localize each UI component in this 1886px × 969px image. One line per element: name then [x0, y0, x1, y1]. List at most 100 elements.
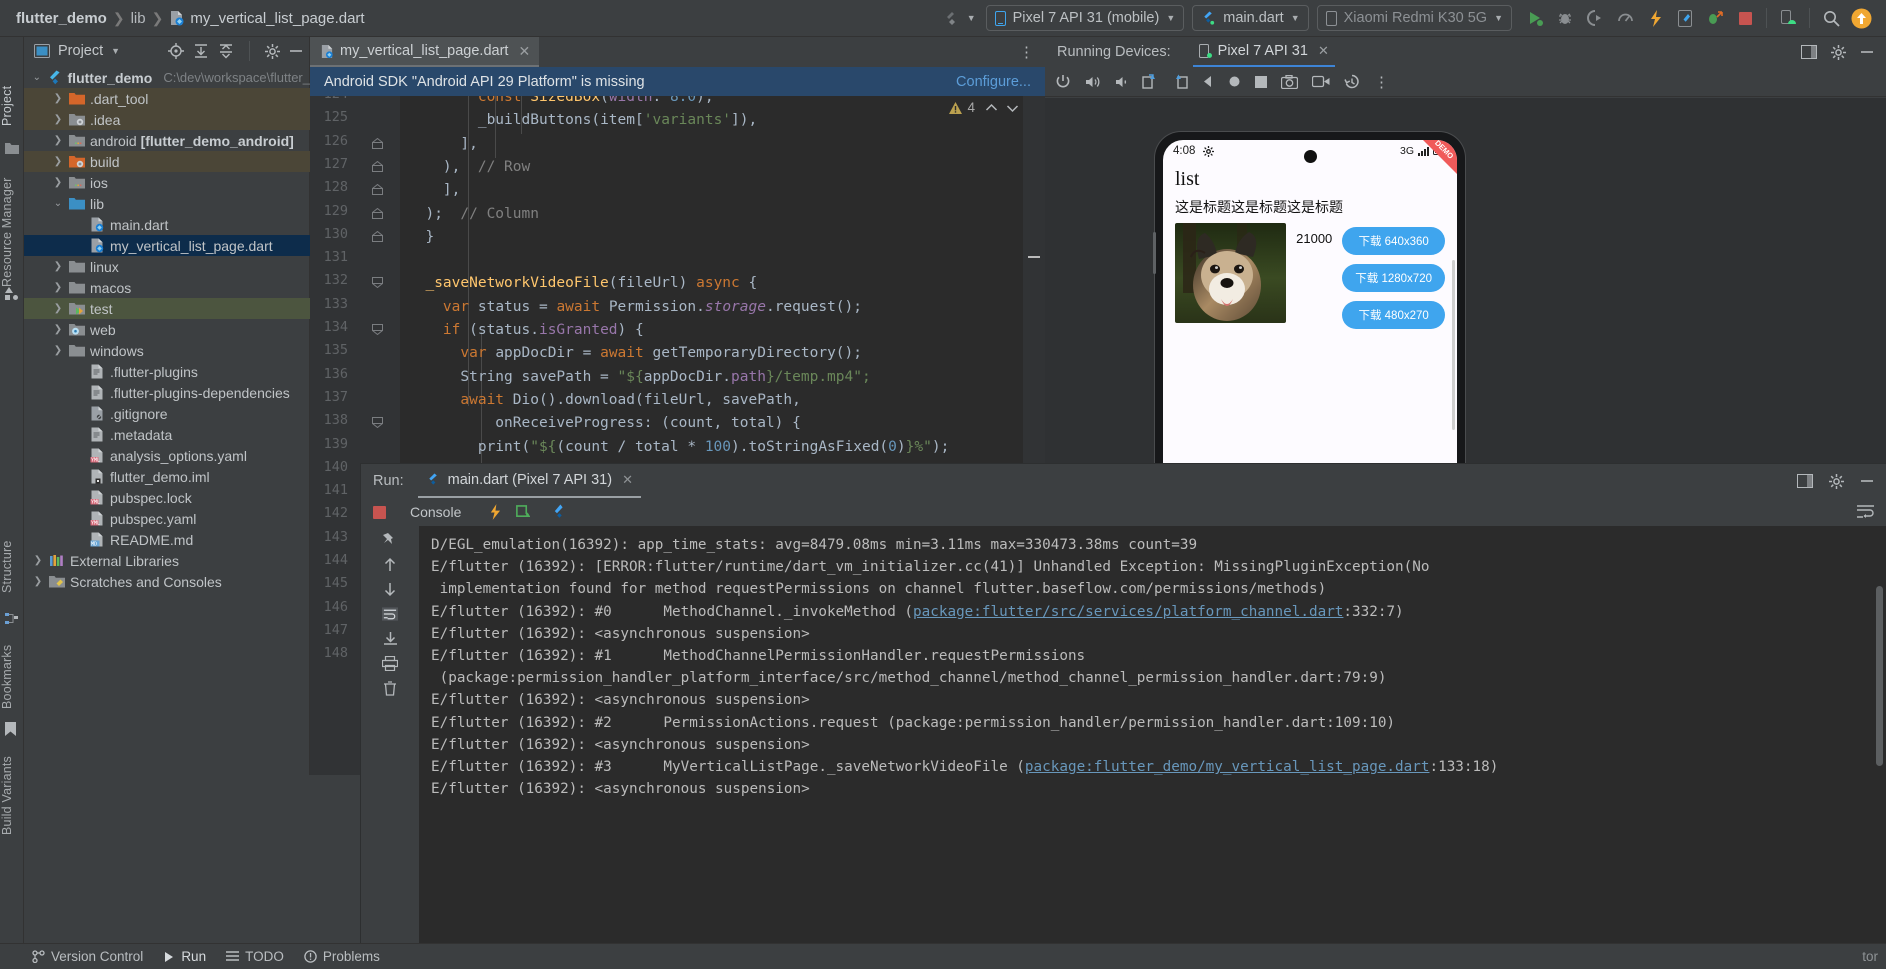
search-button[interactable]: [1816, 5, 1846, 31]
screenshot-icon[interactable]: [1281, 74, 1298, 89]
hot-reload-button[interactable]: [1640, 5, 1670, 31]
chevron-right-icon[interactable]: ❯: [52, 114, 64, 125]
restore-panel-icon[interactable]: [1797, 474, 1813, 488]
fold-collapse-icon[interactable]: [372, 137, 383, 149]
run-config-tab[interactable]: main.dart (Pixel 7 API 31) ✕: [417, 464, 641, 498]
fold-expand-icon[interactable]: [372, 324, 383, 335]
console-area[interactable]: D/EGL_emulation(16392): app_time_stats: …: [361, 526, 1886, 947]
console-file-link[interactable]: package:flutter_demo/my_vertical_list_pa…: [1025, 759, 1430, 775]
restore-panel-icon[interactable]: [1801, 45, 1817, 59]
gear-icon[interactable]: [1829, 473, 1844, 489]
fold-collapse-icon[interactable]: [372, 160, 383, 172]
tool-window-structure[interactable]: Structure: [0, 527, 24, 607]
tree-row-idea[interactable]: ❯ .idea: [24, 109, 310, 130]
configure-link[interactable]: Configure...: [956, 74, 1031, 90]
status-todo[interactable]: TODO: [226, 949, 284, 964]
breadcrumb-file[interactable]: my_vertical_list_page.dart: [190, 10, 364, 27]
overview-icon[interactable]: [1255, 75, 1267, 88]
editor-tab[interactable]: my_vertical_list_page.dart ✕: [310, 37, 540, 67]
expand-all-icon[interactable]: [193, 43, 209, 59]
fold-collapse-icon[interactable]: [372, 184, 383, 196]
console-scrollbar[interactable]: [1876, 586, 1883, 766]
hide-panel-icon[interactable]: [1860, 45, 1874, 59]
history-icon[interactable]: [1344, 74, 1360, 89]
stop-button[interactable]: [1730, 5, 1760, 31]
chevron-right-icon[interactable]: ❯: [52, 303, 64, 314]
tree-row-flutter-plugins-dependencies[interactable]: .flutter-plugins-dependencies: [24, 382, 310, 403]
tree-row-analysis-options-yaml[interactable]: YML analysis_options.yaml: [24, 445, 310, 466]
download-button-1280[interactable]: 下载 1280x720: [1342, 264, 1445, 292]
volume-up-icon[interactable]: [1085, 75, 1101, 89]
device-manager-button[interactable]: [1773, 5, 1803, 31]
chevron-right-icon[interactable]: ❯: [32, 555, 44, 566]
breadcrumb-project[interactable]: flutter_demo: [16, 10, 107, 27]
emulator-viewport[interactable]: DEMO 4:08 3G list 这是标题这是标题这是标题 21000 下载 …: [1045, 98, 1886, 532]
chevron-down-icon[interactable]: ⌄: [52, 198, 64, 209]
tree-row-macos[interactable]: ❯ macos: [24, 277, 310, 298]
fold-collapse-icon[interactable]: [372, 207, 383, 219]
rotate-right-icon[interactable]: [1172, 74, 1188, 89]
attach-debugger-button[interactable]: [1700, 5, 1730, 31]
print-icon[interactable]: [382, 656, 398, 671]
tree-row-test[interactable]: ❯ test: [24, 298, 310, 319]
scroll-to-end-icon[interactable]: [383, 631, 398, 646]
tree-row-windows[interactable]: ❯ windows: [24, 340, 310, 361]
tree-row-metadata[interactable]: .metadata: [24, 424, 310, 445]
download-button-640[interactable]: 下载 640x360: [1342, 227, 1445, 255]
status-problems[interactable]: Problems: [304, 949, 380, 964]
console-tab-label[interactable]: Console: [410, 504, 461, 520]
tree-row-web[interactable]: ❯ web: [24, 319, 310, 340]
tree-row-build[interactable]: ❯ build: [24, 151, 310, 172]
run-button[interactable]: [1520, 5, 1550, 31]
chevron-down-icon[interactable]: ⌄: [32, 72, 42, 83]
tool-window-bookmarks[interactable]: Bookmarks: [0, 637, 24, 717]
breadcrumb-folder[interactable]: lib: [131, 10, 146, 27]
more-icon[interactable]: ⋮: [1374, 73, 1390, 91]
tool-window-resource-manager[interactable]: Resource Manager: [0, 167, 24, 297]
chevron-right-icon[interactable]: ❯: [52, 177, 64, 188]
next-problem-icon[interactable]: [1006, 103, 1019, 113]
tool-window-build-variants[interactable]: Build Variants: [0, 747, 24, 845]
hot-reload-icon[interactable]: [489, 504, 501, 520]
tool-window-project[interactable]: Project: [0, 77, 24, 135]
resource-manager-icon[interactable]: [5, 287, 19, 301]
editor-options-kebab-icon[interactable]: ⋮: [1019, 43, 1035, 61]
tree-row-flutter-plugins[interactable]: .flutter-plugins: [24, 361, 310, 382]
tree-row-readme-md[interactable]: MD README.md: [24, 529, 310, 550]
tree-row-external-libraries[interactable]: ❯ External Libraries: [24, 550, 310, 571]
hide-panel-icon[interactable]: [1860, 474, 1874, 488]
scroll-up-icon[interactable]: [383, 557, 397, 572]
status-version-control[interactable]: Version Control: [32, 949, 143, 964]
fold-expand-icon[interactable]: [372, 277, 383, 289]
project-file-tree[interactable]: ⌄ flutter_demo C:\dev\workspace\flutter_ ❯.…: [24, 67, 310, 775]
power-icon[interactable]: [1055, 74, 1071, 90]
home-icon[interactable]: [1228, 75, 1241, 88]
tree-row-dart-tool[interactable]: ❯ .dart_tool: [24, 88, 310, 109]
tree-row-pubspec-lock[interactable]: YML pubspec.lock: [24, 487, 310, 508]
tree-row-flutter-demo[interactable]: ⌄ flutter_demo C:\dev\workspace\flutter_: [24, 67, 310, 88]
device-selector[interactable]: Pixel 7 API 31 (mobile) ▼: [985, 5, 1185, 31]
chevron-right-icon[interactable]: ❯: [32, 576, 44, 587]
chevron-down-icon[interactable]: ▼: [111, 46, 120, 56]
volume-down-icon[interactable]: [1115, 75, 1128, 89]
debug-button[interactable]: [1550, 5, 1580, 31]
app-scrollbar[interactable]: [1452, 260, 1455, 430]
chevron-right-icon[interactable]: ❯: [52, 93, 64, 104]
soft-wrap-toggle-icon[interactable]: [382, 607, 398, 621]
gear-icon[interactable]: [1831, 44, 1846, 60]
gear-icon[interactable]: [265, 43, 280, 59]
chevron-right-icon[interactable]: ❯: [52, 135, 64, 146]
locate-file-icon[interactable]: [168, 43, 184, 59]
download-button-480[interactable]: 下载 480x270: [1342, 301, 1445, 329]
tree-row-lib[interactable]: ⌄ lib: [24, 193, 310, 214]
collapse-all-icon[interactable]: [218, 43, 234, 59]
update-button[interactable]: [1846, 5, 1876, 31]
device-file-explorer-button[interactable]: [1670, 5, 1700, 31]
flutter-device-icon[interactable]: [937, 5, 967, 31]
pin-icon[interactable]: [382, 532, 398, 547]
tree-row-android-flutter-demo-android[interactable]: ❯ android [flutter_demo_android]: [24, 130, 310, 151]
tree-row-gitignore[interactable]: .gitignore: [24, 403, 310, 424]
status-run[interactable]: Run: [163, 949, 206, 964]
tree-row-scratches-and-consoles[interactable]: ❯ Scratches and Consoles: [24, 571, 310, 592]
tree-row-pubspec-yaml[interactable]: YML pubspec.yaml: [24, 508, 310, 529]
